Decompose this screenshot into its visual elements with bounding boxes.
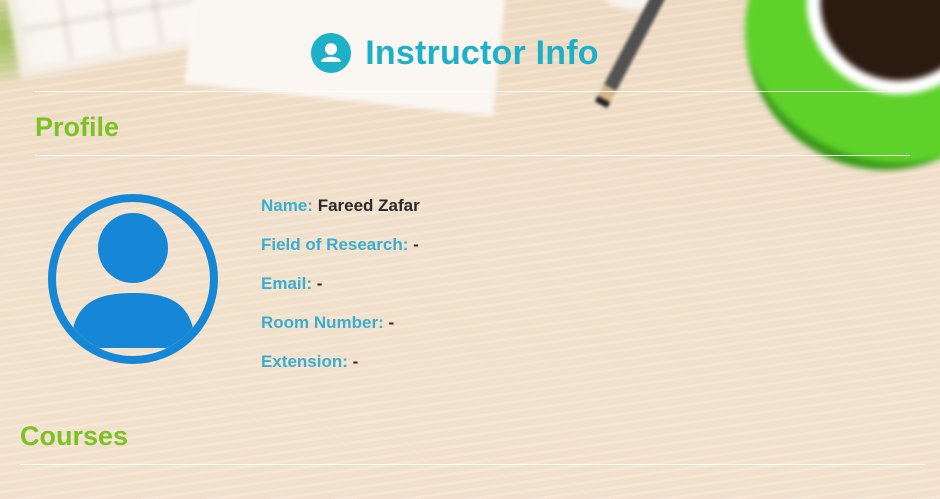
field-email: Email: - [261, 274, 420, 313]
field-label: Extension: [261, 352, 353, 371]
field-value: Fareed Zafar [317, 196, 420, 215]
field-label: Room Number: [261, 313, 389, 332]
user-avatar-icon [46, 193, 220, 365]
page-title: Instructor Info [365, 33, 599, 72]
field-value: - [388, 313, 395, 332]
field-room-number: Room Number: - [261, 313, 420, 352]
user-circle-icon [311, 33, 352, 73]
divider [20, 464, 925, 465]
divider [35, 155, 910, 156]
field-label: Email: [261, 274, 317, 293]
courses-section-title: Courses [20, 421, 129, 451]
profile-fields: Name: Fareed Zafar Field of Research: - … [261, 196, 420, 391]
field-extension: Extension: - [261, 352, 420, 391]
divider [35, 91, 910, 92]
field-research: Field of Research: - [261, 235, 420, 274]
field-value: - [352, 352, 359, 371]
page-header: Instructor Info [0, 30, 940, 76]
profile-section-title: Profile [35, 112, 120, 142]
field-label: Name: [261, 196, 318, 215]
field-value: - [413, 235, 419, 254]
field-label: Field of Research: [261, 235, 414, 254]
page-content: Instructor Info Profile Name: Fareed Zaf… [0, 0, 940, 499]
field-name: Name: Fareed Zafar [261, 196, 420, 235]
field-value: - [316, 274, 323, 293]
